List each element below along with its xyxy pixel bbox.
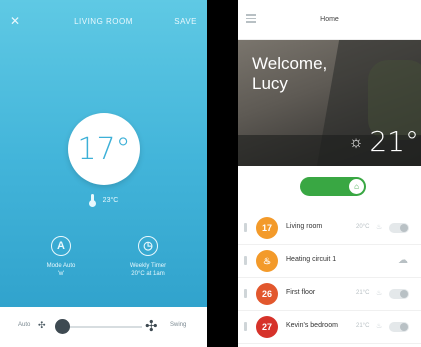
flame-icon: ♨: [376, 323, 383, 330]
mode-label: Mode Auto: [46, 263, 76, 269]
home-screen: Home Welcome, Lucy ☼ 21° ⌂ 17 Living roo…: [238, 0, 421, 347]
heating-icon: ♨: [256, 250, 278, 272]
thermometer-icon: [88, 194, 97, 207]
room-row-first-floor[interactable]: 26 First floor 21°C ♨: [238, 278, 421, 311]
room-target-temp: 20°C: [356, 224, 370, 230]
current-temperature: 23°C: [0, 194, 207, 207]
room-target-temp: 21°C: [356, 323, 370, 329]
room-target-temp: 21°C: [356, 290, 370, 296]
system-power-toggle[interactable]: ⌂: [300, 177, 366, 196]
header-bar: ✕ LIVING ROOM SAVE: [0, 14, 207, 32]
room-name: Kevin's bedroom: [286, 322, 338, 329]
user-name: Lucy: [252, 74, 288, 93]
timer-label: Weekly Timer: [129, 263, 167, 269]
room-power-toggle[interactable]: [389, 223, 409, 233]
welcome-text: Welcome, Lucy: [252, 54, 327, 94]
room-name: First floor: [286, 289, 316, 296]
outdoor-weather: ☼ 21°: [349, 125, 419, 158]
living-room-screen: ✕ LIVING ROOM SAVE 17° 23°C A Mode Auto …: [0, 0, 207, 347]
mode-sub: 'w': [57, 271, 65, 277]
flame-icon: ♨: [376, 224, 383, 231]
fan-small-icon: ✣: [38, 320, 46, 330]
fan-speed-slider-knob[interactable]: [55, 319, 70, 334]
partly-cloudy-icon: ☼: [348, 131, 364, 151]
header-bar: Home: [238, 0, 421, 40]
drag-handle-icon[interactable]: [244, 223, 247, 232]
room-row-living-room[interactable]: 17 Living room 20°C ♨: [238, 212, 421, 245]
drag-handle-icon[interactable]: [244, 256, 247, 265]
current-temp-value: 23°C: [102, 196, 119, 204]
room-temp-badge: 17: [256, 217, 278, 239]
save-button[interactable]: SAVE: [174, 17, 197, 26]
room-temp-badge: 26: [256, 283, 278, 305]
home-icon: ⌂: [349, 179, 364, 194]
room-row-heating-circuit[interactable]: ♨ Heating circuit 1 ☁: [238, 245, 421, 278]
page-title: Home: [320, 16, 339, 23]
room-row-kevins-bedroom[interactable]: 27 Kevin's bedroom 21°C ♨: [238, 311, 421, 344]
setpoint-dial[interactable]: 17°: [68, 113, 140, 185]
fan-speed-slider[interactable]: [58, 326, 142, 328]
room-power-toggle[interactable]: [389, 289, 409, 299]
room-power-toggle[interactable]: [389, 322, 409, 332]
fan-control-bar: Auto ✣ ✣ Swing: [0, 307, 207, 347]
eco-mode-icon[interactable]: ☁: [398, 255, 408, 266]
timer-sub: 20°C at 1am: [131, 271, 165, 277]
fan-large-icon: ✣: [145, 318, 158, 335]
drag-handle-icon[interactable]: [244, 289, 247, 298]
fan-auto-label[interactable]: Auto: [18, 322, 30, 328]
room-list: 17 Living room 20°C ♨ ♨ Heating circuit …: [238, 212, 421, 344]
screenshot-canvas: ✕ LIVING ROOM SAVE 17° 23°C A Mode Auto …: [0, 0, 421, 347]
timer-icon: ◷: [138, 236, 158, 256]
room-temp-badge: 27: [256, 316, 278, 338]
drag-handle-icon[interactable]: [244, 322, 247, 331]
welcome-greeting: Welcome,: [252, 54, 328, 73]
auto-mode-icon: A: [51, 236, 71, 256]
weekly-timer-button[interactable]: ◷ Weekly Timer 20°C at 1am: [113, 236, 183, 278]
outdoor-temp: 21°: [369, 125, 419, 158]
welcome-hero: Welcome, Lucy ☼ 21°: [238, 40, 421, 166]
mode-auto-button[interactable]: A Mode Auto 'w': [26, 236, 96, 278]
room-name: Heating circuit 1: [286, 256, 337, 263]
room-name: Living room: [286, 223, 323, 230]
flame-icon: ♨: [376, 290, 383, 297]
swing-button[interactable]: Swing: [170, 322, 186, 328]
